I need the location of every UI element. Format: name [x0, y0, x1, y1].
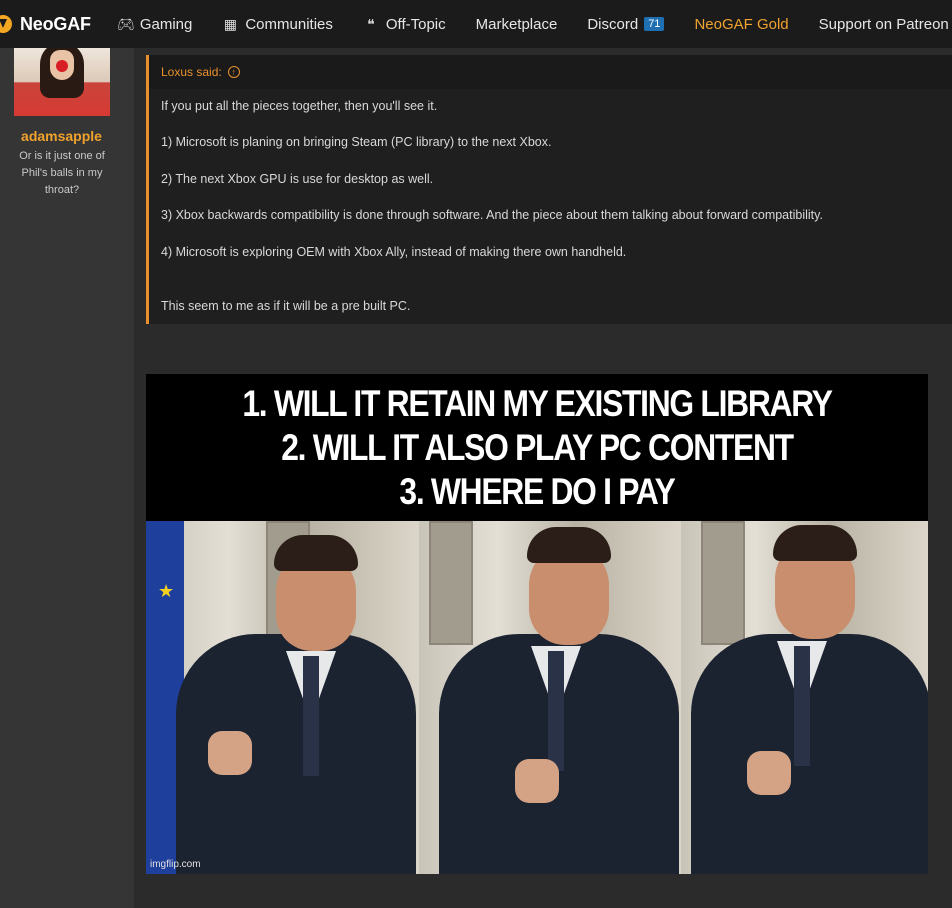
- chat-bubbles-icon: ❝: [367, 15, 375, 32]
- nav-item-marketplace[interactable]: Marketplace: [476, 16, 558, 33]
- top-navigation: NeoGAF 🎮︎ Gaming ▦ Communities ❝ Off-Top…: [0, 0, 952, 49]
- arrow-up-circle-icon[interactable]: ↑: [227, 66, 240, 78]
- nav-item-communities[interactable]: ▦ Communities: [222, 16, 333, 33]
- quote-author[interactable]: Loxus said:: [161, 65, 222, 79]
- nav-label: NeoGAF Gold: [694, 15, 789, 33]
- post-content: Loxus said: ↑ If you put all the pieces …: [134, 48, 952, 908]
- meme-caption-line: 1. WILL IT RETAIN MY EXISTING LIBRARY: [242, 382, 833, 424]
- nav-label: Discord: [587, 15, 639, 33]
- quote-block: Loxus said: ↑ If you put all the pieces …: [146, 55, 952, 324]
- quote-line: 3) Xbox backwards compatibility is done …: [161, 208, 823, 222]
- meme-panel: [419, 521, 681, 874]
- meme-panel: ★ imgflip.com: [146, 521, 419, 874]
- meme-image[interactable]: 1. WILL IT RETAIN MY EXISTING LIBRARY 2.…: [146, 374, 928, 874]
- nav-item-off-topic[interactable]: ❝ Off-Topic: [363, 16, 446, 33]
- meme-panel: [681, 521, 928, 874]
- nav-label: Gaming: [139, 15, 193, 33]
- gamepad-icon: 🎮︎: [116, 15, 135, 32]
- quote-line: 4) Microsoft is exploring OEM with Xbox …: [161, 245, 627, 259]
- nav-item-neogaf-gold[interactable]: NeoGAF Gold: [694, 16, 788, 33]
- nav-label: Marketplace: [475, 15, 558, 33]
- meme-caption: 1. WILL IT RETAIN MY EXISTING LIBRARY 2.…: [201, 374, 874, 521]
- quote-line: 2) The next Xbox GPU is use for desktop …: [161, 172, 434, 186]
- building-icon: ▦: [223, 15, 237, 32]
- post-user-column: adamsapple Or is it just one of Phil's b…: [0, 48, 134, 908]
- imgflip-watermark: imgflip.com: [150, 859, 201, 870]
- user-title: Or is it just one of Phil's balls in my …: [19, 150, 105, 196]
- username[interactable]: adamsapple: [0, 128, 123, 144]
- discord-count-badge: 71: [644, 17, 665, 31]
- nav-item-discord[interactable]: Discord 71: [587, 15, 665, 33]
- nav-label: Off-Topic: [385, 15, 446, 33]
- neogaf-logo-icon: [0, 15, 12, 33]
- quote-line: 1) Microsoft is planing on bringing Stea…: [161, 135, 552, 149]
- meme-caption-line: 3. WHERE DO I PAY: [399, 470, 675, 512]
- quote-line: This seem to me as if it will be a pre b…: [161, 299, 411, 313]
- nav-label: Communities: [245, 15, 333, 33]
- nav-label: Support on Patreon: [818, 15, 949, 33]
- site-logo-text: NeoGAF: [20, 13, 91, 34]
- avatar[interactable]: [14, 48, 110, 116]
- meme-caption-line: 2. WILL IT ALSO PLAY PC CONTENT: [281, 426, 794, 468]
- nav-item-gaming[interactable]: 🎮︎ Gaming: [117, 16, 193, 33]
- meme-photo-panels: ★ imgflip.com: [146, 521, 928, 874]
- nav-item-patreon[interactable]: Support on Patreon: [819, 16, 949, 33]
- quote-line: If you put all the pieces together, then…: [161, 99, 438, 113]
- site-logo[interactable]: NeoGAF: [0, 14, 91, 35]
- quote-header[interactable]: Loxus said: ↑: [149, 55, 952, 89]
